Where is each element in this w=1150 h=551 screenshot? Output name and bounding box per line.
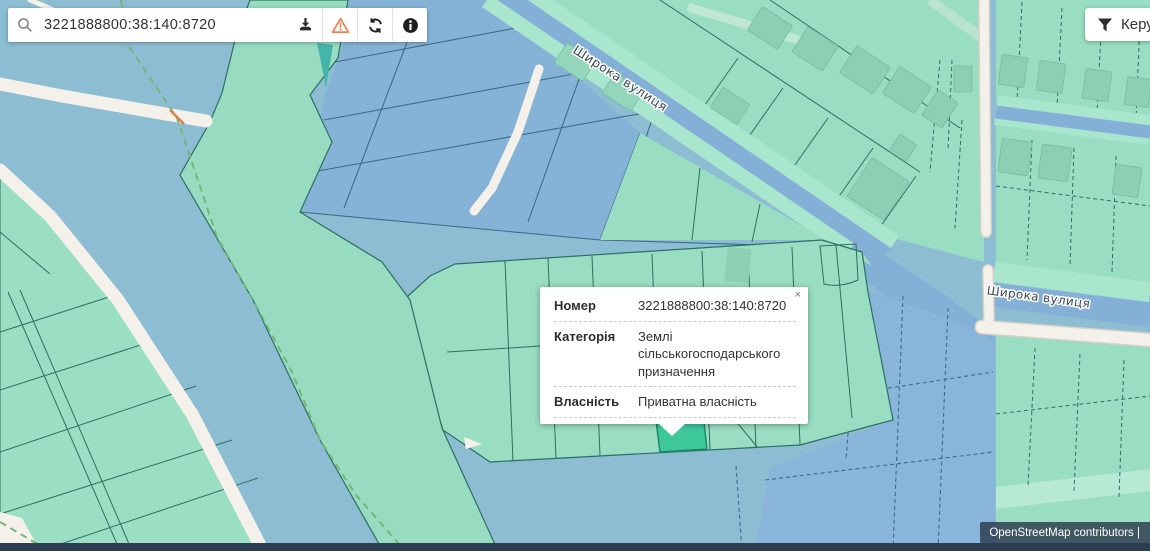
- download-button[interactable]: [288, 8, 322, 42]
- map-canvas[interactable]: Широка вулиця Широка вулиця: [0, 0, 1150, 551]
- search-icon: [8, 17, 42, 33]
- popup-value: 3221888800:38:140:8720: [638, 297, 796, 315]
- popup-value: Землі сільськогосподарського призначення: [638, 328, 796, 381]
- popup-row-number: Номер 3221888800:38:140:8720: [554, 291, 796, 322]
- filter-button-label: Керув: [1121, 16, 1150, 33]
- map-attribution[interactable]: OpenStreetMap contributors |: [980, 522, 1150, 543]
- attribution-text: OpenStreetMap contributors |: [989, 527, 1140, 539]
- search-bar: [8, 8, 427, 42]
- popup-row-ownership: Власність Приватна власність: [554, 387, 796, 418]
- popup-close-icon[interactable]: ×: [795, 290, 801, 301]
- filter-manage-button[interactable]: Керув: [1085, 8, 1150, 41]
- warning-button[interactable]: [322, 8, 357, 42]
- info-button[interactable]: [392, 8, 427, 42]
- funnel-icon: [1097, 18, 1113, 32]
- parcel-info-popup: × Номер 3221888800:38:140:8720 Категорія…: [540, 287, 808, 424]
- search-input[interactable]: [42, 16, 288, 34]
- popup-value: Приватна власність: [638, 393, 796, 411]
- popup-label: Категорія: [554, 328, 634, 381]
- popup-label: Номер: [554, 297, 634, 315]
- popup-label: Власність: [554, 393, 634, 411]
- popup-row-category: Категорія Землі сільськогосподарського п…: [554, 322, 796, 388]
- popup-tail: [658, 423, 686, 436]
- refresh-button[interactable]: [357, 8, 392, 42]
- bottom-edge-bar: [0, 543, 1150, 551]
